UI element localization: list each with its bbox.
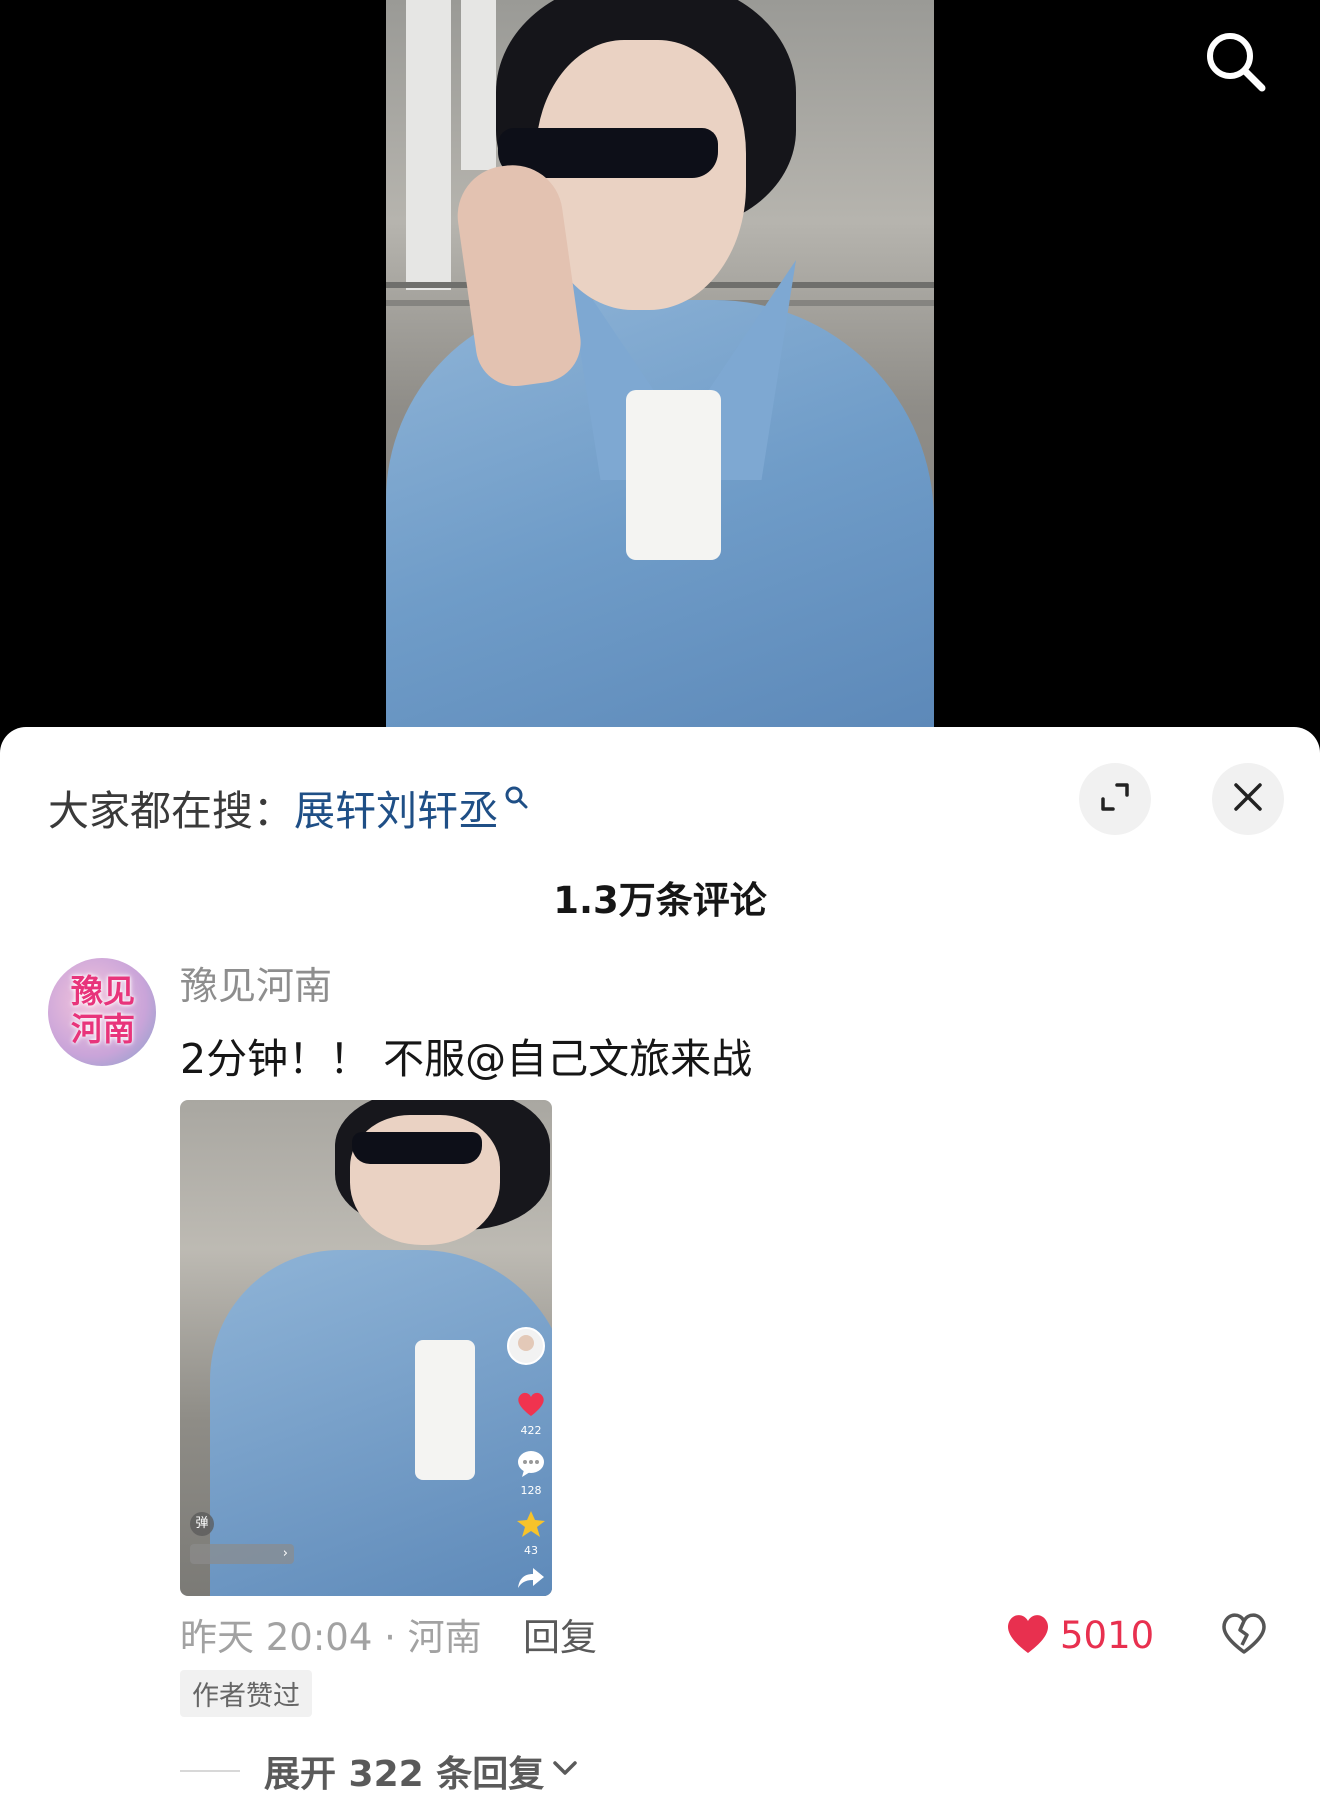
- expand-icon: [1097, 779, 1133, 819]
- share-icon: [516, 1566, 546, 1590]
- comment-meta: 昨天 20:04 · 河南: [180, 1616, 482, 1659]
- search-suggestion-prefix: 大家都在搜：: [48, 787, 294, 835]
- search-suggestion-term[interactable]: 展轩刘轩丞: [294, 777, 499, 837]
- heart-icon: [516, 1390, 546, 1422]
- attachment-sunglasses: [352, 1132, 482, 1164]
- attachment-comment: 128: [516, 1450, 546, 1497]
- dislike-button[interactable]: [1220, 1611, 1268, 1659]
- broken-heart-icon: [1220, 1613, 1268, 1659]
- search-suggestion[interactable]: 大家都在搜： 展轩刘轩丞: [48, 777, 529, 837]
- chevron-down-icon: [552, 1760, 578, 1782]
- video-frame[interactable]: [386, 0, 934, 740]
- comment-author[interactable]: 豫见河南: [180, 955, 332, 1010]
- attachment-like: 422: [516, 1390, 546, 1437]
- search-icon[interactable]: [1200, 26, 1270, 96]
- reply-button[interactable]: 回复: [523, 1607, 597, 1661]
- like-count: 5010: [1060, 1613, 1155, 1657]
- comment-count-title: 1.3万条评论: [553, 879, 767, 922]
- avatar-logo-text: 豫见河南: [70, 972, 135, 1048]
- attachment-favorite: 43: [516, 1510, 546, 1557]
- attachment-like-count: 422: [520, 1424, 542, 1437]
- comment-icon: [516, 1450, 546, 1482]
- comment-sheet: 大家都在搜： 展轩刘轩丞 1.3万条评论 豫见河南 豫见河南 2分钟！！ 不服@…: [0, 727, 1320, 1803]
- author-liked-badge: 作者赞过: [180, 1670, 312, 1717]
- background-pillar: [406, 0, 451, 290]
- close-icon: [1231, 780, 1265, 818]
- person-shirt: [626, 390, 721, 560]
- divider-line: [180, 1770, 240, 1772]
- comment-video-attachment[interactable]: 422 128 43 弹 ›: [180, 1100, 552, 1596]
- attachment-avatar: [506, 1326, 546, 1366]
- video-player[interactable]: [0, 0, 1320, 740]
- expand-replies-button[interactable]: 展开 322 条回复: [180, 1745, 578, 1797]
- avatar[interactable]: 豫见河南: [48, 958, 156, 1066]
- expand-replies-label: 展开 322 条回复: [264, 1754, 545, 1795]
- attachment-favorite-count: 43: [524, 1544, 538, 1557]
- danmu-icon: 弹: [190, 1512, 214, 1536]
- attachment-info-bar: ›: [190, 1544, 294, 1564]
- expand-button[interactable]: [1079, 763, 1151, 835]
- star-icon: [516, 1510, 546, 1542]
- heart-icon: [1004, 1611, 1052, 1659]
- attachment-comment-count: 128: [520, 1484, 542, 1497]
- comment-text[interactable]: 2分钟！！ 不服@自己文旅来战: [180, 1025, 752, 1085]
- close-button[interactable]: [1212, 763, 1284, 835]
- background-pillar: [461, 0, 496, 170]
- attachment-person-shirt: [415, 1340, 475, 1480]
- like-button[interactable]: 5010: [1004, 1611, 1154, 1659]
- search-icon: [503, 772, 529, 820]
